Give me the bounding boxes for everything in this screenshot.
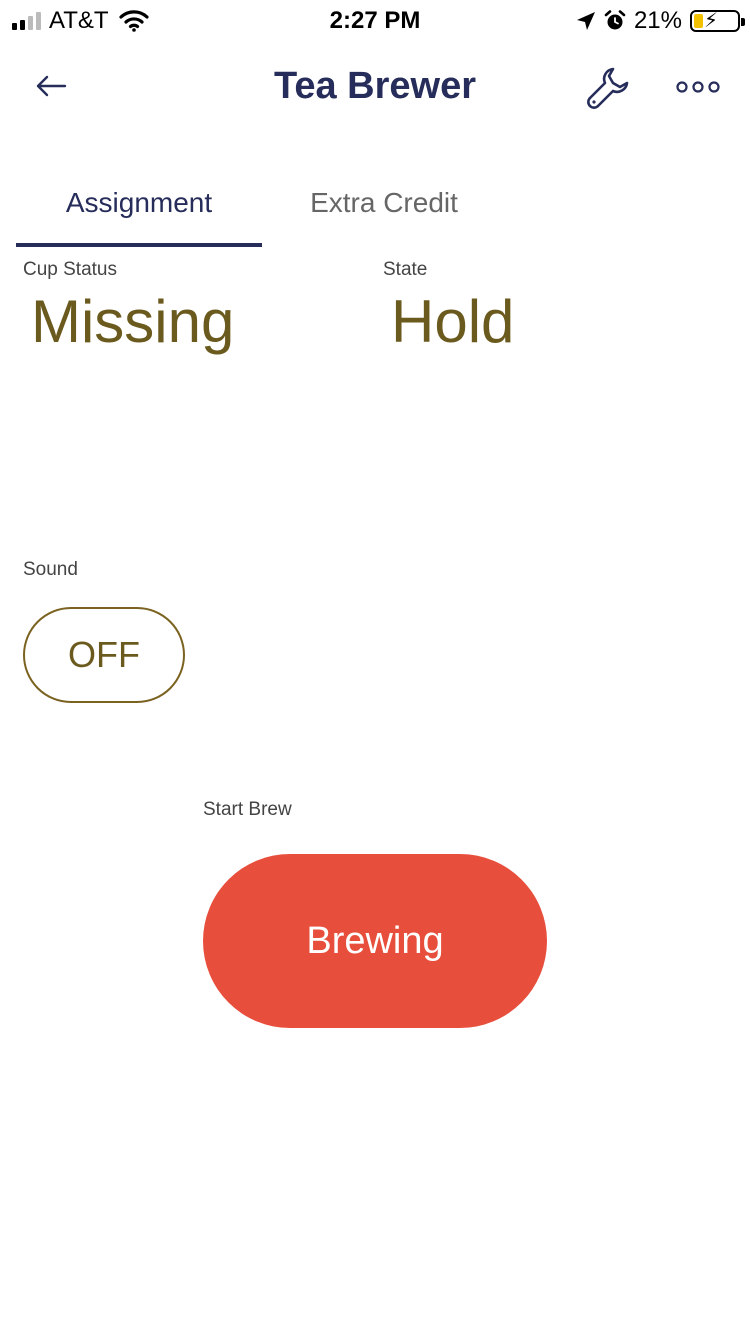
sound-label: Sound [23,559,78,580]
battery-charging-icon: ⚡ [690,10,745,32]
location-arrow-icon [576,11,596,31]
brew-button[interactable]: Brewing [203,854,547,1028]
charging-bolt-icon: ⚡ [704,10,719,32]
battery-percent: 21% [633,7,682,34]
state-label: State [383,259,428,280]
more-options-button[interactable] [672,72,724,102]
cup-status-value: Missing [31,288,235,355]
tab-extra-credit[interactable]: Extra Credit [262,160,506,246]
page-title: Tea Brewer [273,65,477,107]
tab-assignment[interactable]: Assignment [16,160,262,246]
wrench-icon [587,67,629,109]
battery-level-fill [694,14,703,28]
sound-toggle-button[interactable]: OFF [23,607,185,703]
status-bar-right: 21% ⚡ [576,6,745,36]
start-brew-label: Start Brew [203,799,292,820]
active-tab-indicator [16,243,262,247]
state-value: Hold [391,288,515,355]
settings-button[interactable] [582,62,634,114]
alarm-icon [604,10,626,32]
more-dots-icon [676,81,720,93]
cup-status-label: Cup Status [23,259,117,280]
